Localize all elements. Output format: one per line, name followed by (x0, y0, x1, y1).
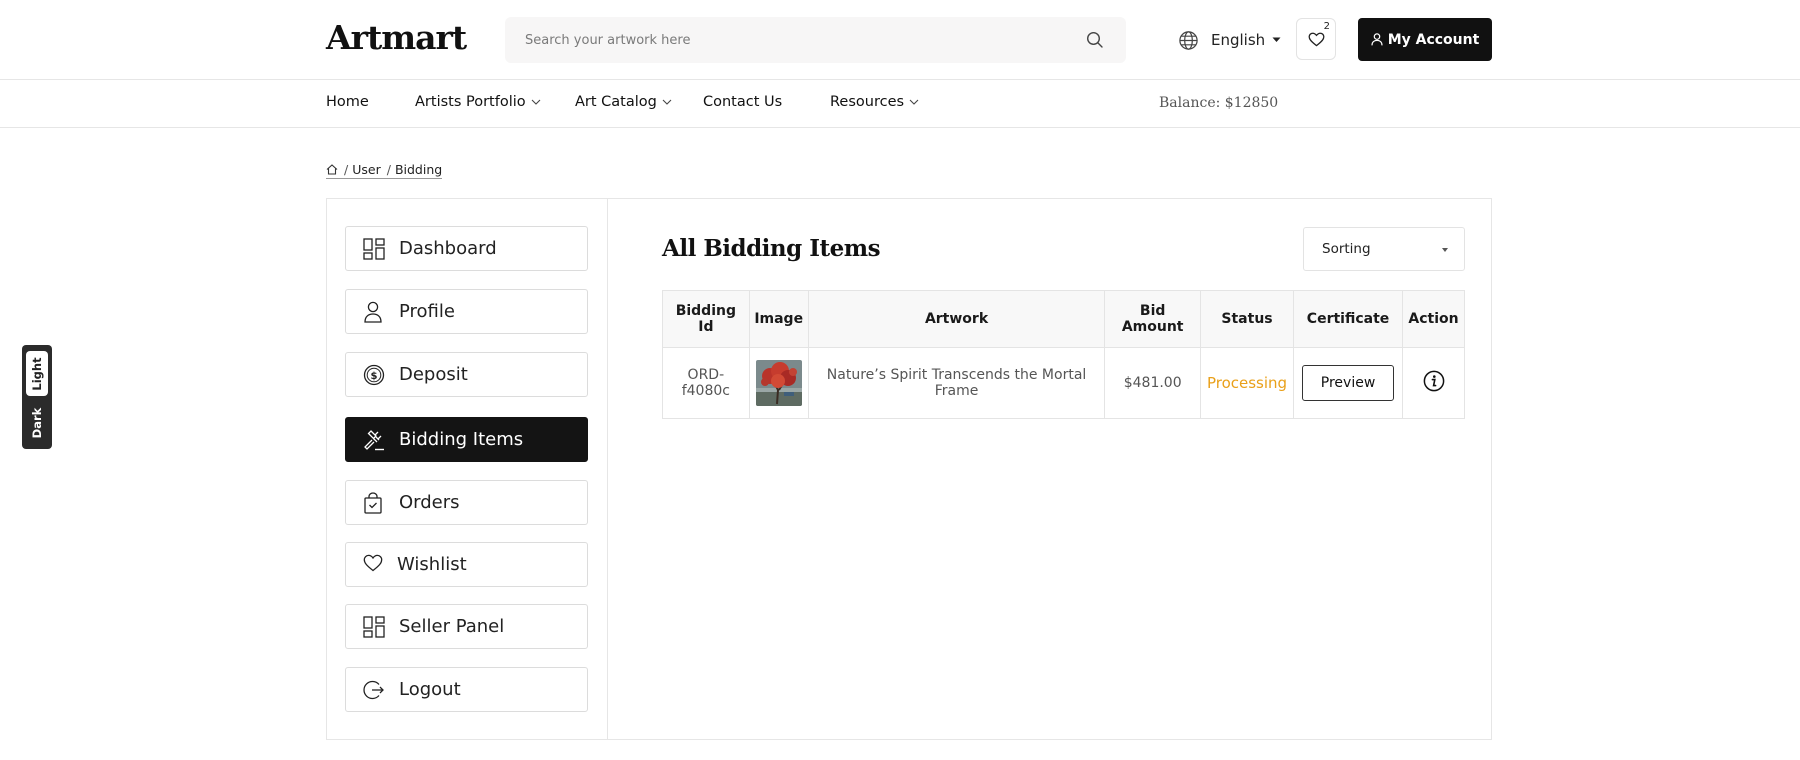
action-cell (1402, 347, 1465, 419)
home-icon[interactable] (326, 163, 338, 175)
certificate-preview-button[interactable]: Preview (1302, 365, 1395, 401)
sidebar-item-label: Dashboard (399, 238, 497, 259)
artwork-title-cell[interactable]: Nature’s Spirit Transcends the Mortal Fr… (807, 347, 1106, 419)
sidebar-item-deposit[interactable]: $ Deposit (345, 352, 588, 397)
bid-amount-cell: $481.00 (1104, 347, 1201, 419)
sidebar-item-bidding-items[interactable]: Bidding Items (345, 417, 588, 462)
column-header-certificate: Certificate (1293, 290, 1403, 348)
dashboard-panel: Dashboard Profile $ Deposit Bidding Item… (326, 198, 1492, 740)
nav-item-label: Art Catalog (575, 94, 657, 110)
shopping-bag-icon (363, 492, 383, 514)
dollar-coin-icon: $ (363, 364, 385, 386)
table-header-row: Bidding Id Image Artwork Bid Amount Stat… (662, 290, 1465, 348)
wishlist-button[interactable]: 2 (1296, 18, 1336, 60)
bidding-items-table: Bidding Id Image Artwork Bid Amount Stat… (662, 290, 1465, 419)
nav-item-label: Contact Us (703, 94, 783, 110)
user-sidebar: Dashboard Profile $ Deposit Bidding Item… (327, 199, 608, 739)
status-badge: Processing (1206, 373, 1288, 392)
breadcrumb-separator: / (344, 161, 349, 177)
breadcrumb-item-user[interactable]: User (352, 162, 381, 177)
heart-icon (363, 554, 383, 572)
sidebar-item-label: Deposit (399, 364, 468, 385)
info-icon[interactable] (1423, 370, 1445, 392)
theme-light-label: Light (30, 356, 44, 391)
logout-icon (363, 679, 385, 701)
heart-icon (1308, 32, 1325, 47)
artwork-thumbnail[interactable] (755, 360, 802, 406)
wishlist-count-badge: 2 (1323, 21, 1330, 32)
nav-item-resources[interactable]: Resources (830, 94, 919, 110)
main-nav: Home Artists Portfolio Art Catalog Conta… (0, 80, 1800, 128)
grid-icon (363, 616, 385, 638)
sidebar-item-seller-panel[interactable]: Seller Panel (345, 604, 588, 649)
sidebar-item-label: Orders (399, 492, 460, 513)
user-icon (363, 301, 383, 323)
search-icon[interactable] (1086, 31, 1104, 49)
nav-item-label: Artists Portfolio (415, 94, 526, 110)
gavel-icon (363, 429, 385, 451)
site-logo[interactable]: Artmart (326, 18, 467, 57)
search-bar (505, 17, 1126, 63)
svg-text:$: $ (371, 371, 378, 382)
sorting-select[interactable]: Sorting (1303, 227, 1465, 271)
nav-item-label: Resources (830, 94, 905, 110)
user-icon (1371, 33, 1383, 46)
breadcrumb-separator: / (386, 161, 391, 177)
language-label: English (1211, 31, 1266, 49)
caret-down-icon (1442, 248, 1448, 252)
column-header-bidding-id: Bidding Id (662, 290, 750, 348)
sidebar-item-orders[interactable]: Orders (345, 480, 588, 525)
column-header-image: Image (748, 290, 809, 348)
page-title: All Bidding Items (662, 235, 881, 262)
sidebar-item-dashboard[interactable]: Dashboard (345, 226, 588, 271)
balance-display: Balance: $12850 (1159, 95, 1279, 111)
chevron-down-icon (909, 99, 919, 105)
bidding-id-cell: ORD-f4080c (662, 347, 750, 419)
theme-light-option[interactable]: Light (26, 351, 48, 396)
column-header-bid-amount: Bid Amount (1104, 290, 1201, 348)
theme-dark-option[interactable]: Dark (26, 400, 48, 445)
certificate-cell: Preview (1293, 347, 1403, 419)
breadcrumb-item-bidding[interactable]: Bidding (395, 162, 442, 177)
my-account-button[interactable]: My Account (1358, 18, 1492, 61)
globe-icon (1178, 30, 1199, 51)
sidebar-item-logout[interactable]: Logout (345, 667, 588, 712)
breadcrumb: / User / Bidding (326, 161, 443, 179)
nav-item-contact-us[interactable]: Contact Us (703, 94, 782, 110)
theme-dark-label: Dark (30, 407, 44, 438)
column-header-status: Status (1199, 290, 1295, 348)
nav-item-home[interactable]: Home (326, 94, 369, 110)
sidebar-item-label: Logout (399, 679, 461, 700)
top-header: Artmart English 2 My Account (0, 0, 1800, 80)
my-account-label: My Account (1387, 31, 1480, 48)
grid-icon (363, 238, 385, 260)
sidebar-item-label: Profile (399, 301, 455, 322)
status-cell: Processing (1199, 347, 1295, 419)
sidebar-item-label: Seller Panel (399, 616, 505, 637)
nav-item-artists-portfolio[interactable]: Artists Portfolio (415, 94, 541, 110)
chevron-down-icon (662, 99, 672, 105)
search-input[interactable] (525, 17, 1065, 63)
column-header-artwork: Artwork (807, 290, 1106, 348)
nav-item-art-catalog[interactable]: Art Catalog (575, 94, 672, 110)
table-row: ORD-f4080c Nature’s Spirit Transcends th… (662, 347, 1465, 419)
nav-item-label: Home (326, 94, 369, 110)
caret-down-icon (1272, 37, 1281, 43)
column-header-action: Action (1402, 290, 1465, 348)
sidebar-item-wishlist[interactable]: Wishlist (345, 542, 588, 587)
theme-toggle[interactable]: Light Dark (22, 345, 52, 449)
language-selector[interactable]: English (1178, 27, 1281, 53)
image-cell (748, 347, 809, 419)
sidebar-item-label: Wishlist (397, 554, 467, 575)
sidebar-item-label: Bidding Items (399, 429, 524, 450)
sorting-label: Sorting (1322, 241, 1371, 257)
chevron-down-icon (531, 99, 541, 105)
sidebar-item-profile[interactable]: Profile (345, 289, 588, 334)
